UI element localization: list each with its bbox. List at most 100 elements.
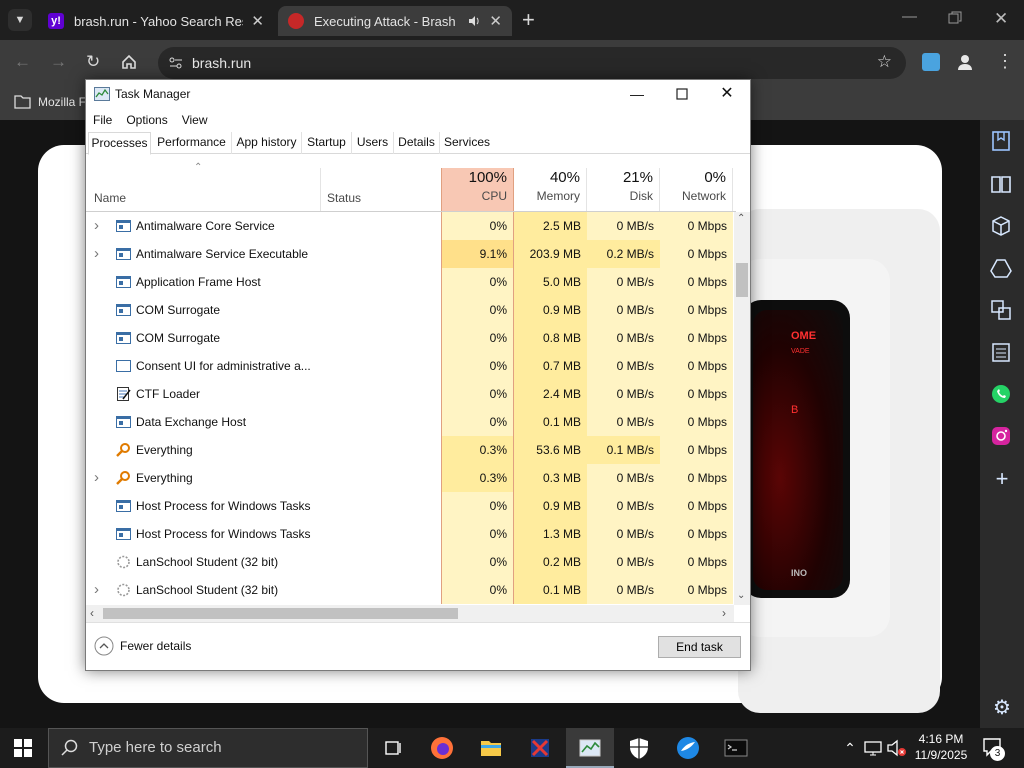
task-manager-icon[interactable] [578,736,602,760]
new-tab-button[interactable]: + [522,7,535,33]
menu-options[interactable]: Options [119,110,174,130]
bookmark-mozilla-firefox[interactable]: Mozilla Firefox [38,95,85,109]
forward-icon[interactable]: → [50,52,67,72]
expand-chevron-icon[interactable]: › [94,576,99,604]
taskbar-clock[interactable]: 4:16 PM 11/9/2025 [908,731,974,763]
close-window-icon[interactable]: ✕ [994,9,1008,29]
disk-cell: 0 MB/s [587,296,660,324]
windows-security-icon[interactable] [627,736,651,760]
close-tab-icon[interactable]: ✕ [489,12,502,30]
fewer-details-link[interactable]: Fewer details [120,639,191,653]
speaker-icon[interactable] [467,14,481,28]
column-header-disk[interactable]: 21% Disk [587,168,660,211]
instagram-icon[interactable] [990,425,1014,449]
firefox-icon[interactable] [430,736,454,760]
menu-kebab-icon[interactable]: ⋮ [996,51,1014,72]
table-row[interactable]: LanSchool Student (32 bit) 0% 0.2 MB 0 MB/s… [86,548,736,576]
scrollbar-thumb[interactable] [103,608,458,619]
table-row[interactable]: Application Frame Host 0% 5.0 MB 0 MB/s 0 Mb… [86,268,736,296]
horizontal-scrollbar[interactable]: ‹ › [86,605,734,622]
app-icon[interactable] [528,736,552,760]
table-row[interactable]: Data Exchange Host 0% 0.1 MB 0 MB/s 0 Mbps [86,408,736,436]
tab-services[interactable]: Services [440,132,494,154]
tab-executing-attack[interactable]: Executing Attack - Brash ✕ [278,6,512,36]
profile-icon[interactable] [955,52,975,72]
terminal-icon[interactable] [724,736,748,760]
menu-file[interactable]: File [86,110,119,130]
minimize-button[interactable]: — [614,80,660,108]
scroll-left-icon[interactable]: ‹ [90,606,94,620]
taskbar-search-box[interactable]: Type here to search [48,728,368,768]
start-windows-icon[interactable] [14,739,32,757]
scroll-up-icon[interactable]: ⌃ [737,213,745,224]
file-explorer-icon[interactable] [479,736,503,760]
table-row[interactable]: › Everything 0.3% 0.3 MB 0 MB/s 0 Mbps [86,464,736,492]
network-icon[interactable] [861,736,885,760]
notes-icon[interactable] [990,341,1014,365]
task-view-icon[interactable] [381,736,405,760]
bookmark-star-icon[interactable]: ☆ [877,52,892,72]
add-icon[interactable]: + [990,466,1014,491]
tab-app-history[interactable]: App history [232,132,302,154]
table-row[interactable]: › Antimalware Service Executable 9.1% 203.9… [86,240,736,268]
table-row[interactable]: › LanSchool Student (32 bit) 0% 0.1 MB 0 MB/… [86,576,736,604]
table-row[interactable]: Everything 0.3% 53.6 MB 0.1 MB/s 0 Mbps [86,436,736,464]
cpu-cell: 0.3% [441,436,514,464]
column-header-network[interactable]: 0% Network [660,168,733,211]
restore-icon[interactable] [948,11,962,25]
back-icon[interactable]: ← [14,52,31,72]
column-header-name[interactable]: Name [86,168,321,211]
table-row[interactable]: Consent UI for administrative a... 0% 0.7 … [86,352,736,380]
network-cell: 0 Mbps [660,352,733,380]
menu-view[interactable]: View [175,110,215,130]
table-row[interactable]: COM Surrogate 0% 0.9 MB 0 MB/s 0 Mbps [86,296,736,324]
table-row[interactable]: Host Process for Windows Tasks 0% 0.9 MB 0 … [86,492,736,520]
brash-favicon-icon [288,13,304,29]
settings-gear-icon[interactable]: ⚙ [990,695,1014,719]
table-row[interactable]: COM Surrogate 0% 0.8 MB 0 MB/s 0 Mbps [86,324,736,352]
expand-chevron-icon[interactable]: › [94,464,99,492]
close-tab-icon[interactable]: ✕ [251,12,264,30]
tab-yahoo-search[interactable]: y! brash.run - Yahoo Search Results ✕ [38,6,274,36]
show-hidden-icons-icon[interactable]: ⌃ [838,736,862,760]
table-row[interactable]: › Antimalware Core Service 0% 2.5 MB 0 MB/s 0… [86,212,736,240]
table-row[interactable]: CTF Loader 0% 2.4 MB 0 MB/s 0 Mbps [86,380,736,408]
tab-details[interactable]: Details [394,132,440,154]
volume-muted-icon[interactable] [885,736,909,760]
app-circle-icon[interactable] [676,736,700,760]
scroll-right-icon[interactable]: › [722,606,726,620]
column-header-memory[interactable]: 40% Memory [514,168,587,211]
cube-icon[interactable] [990,215,1014,239]
reload-icon[interactable]: ↻ [86,52,100,72]
tab-users[interactable]: Users [352,132,394,154]
column-header-cpu[interactable]: 100% CPU [441,168,514,211]
whatsapp-icon[interactable] [990,383,1014,407]
table-row[interactable]: Host Process for Windows Tasks 0% 1.3 MB 0 … [86,520,736,548]
maximize-button[interactable] [659,80,705,108]
minimize-icon[interactable]: — [902,8,917,25]
tab-performance[interactable]: Performance [152,132,232,154]
extension-icon[interactable] [922,53,940,71]
expand-chevron-icon[interactable]: › [94,212,99,240]
site-info-icon[interactable] [168,55,184,71]
yahoo-favicon-icon: y! [48,13,64,29]
close-button[interactable]: ✕ [704,80,750,108]
column-header-status[interactable]: Status [321,168,441,211]
tab-processes[interactable]: Processes [88,132,151,155]
expand-chevron-icon[interactable]: › [94,240,99,268]
notification-center-icon[interactable]: 3 [982,737,1005,761]
scrollbar-thumb[interactable] [736,263,748,297]
vertical-scrollbar[interactable]: ⌃ ⌄ [734,212,750,605]
tab-startup[interactable]: Startup [302,132,352,154]
translate-icon[interactable] [990,299,1014,323]
scroll-down-icon[interactable]: ⌄ [737,590,745,601]
home-icon[interactable] [121,54,137,70]
end-task-button[interactable]: End task [658,636,741,658]
address-bar[interactable]: brash.run ☆ [158,47,906,79]
drive-icon[interactable] [990,257,1014,281]
fewer-details-chevron-icon[interactable] [94,636,114,656]
tab-search-chevron-icon[interactable]: ▼ [8,9,32,31]
reading-list-icon[interactable] [990,173,1014,197]
disk-cell: 0.1 MB/s [587,436,660,464]
bookmark-list-icon[interactable] [990,130,1014,154]
